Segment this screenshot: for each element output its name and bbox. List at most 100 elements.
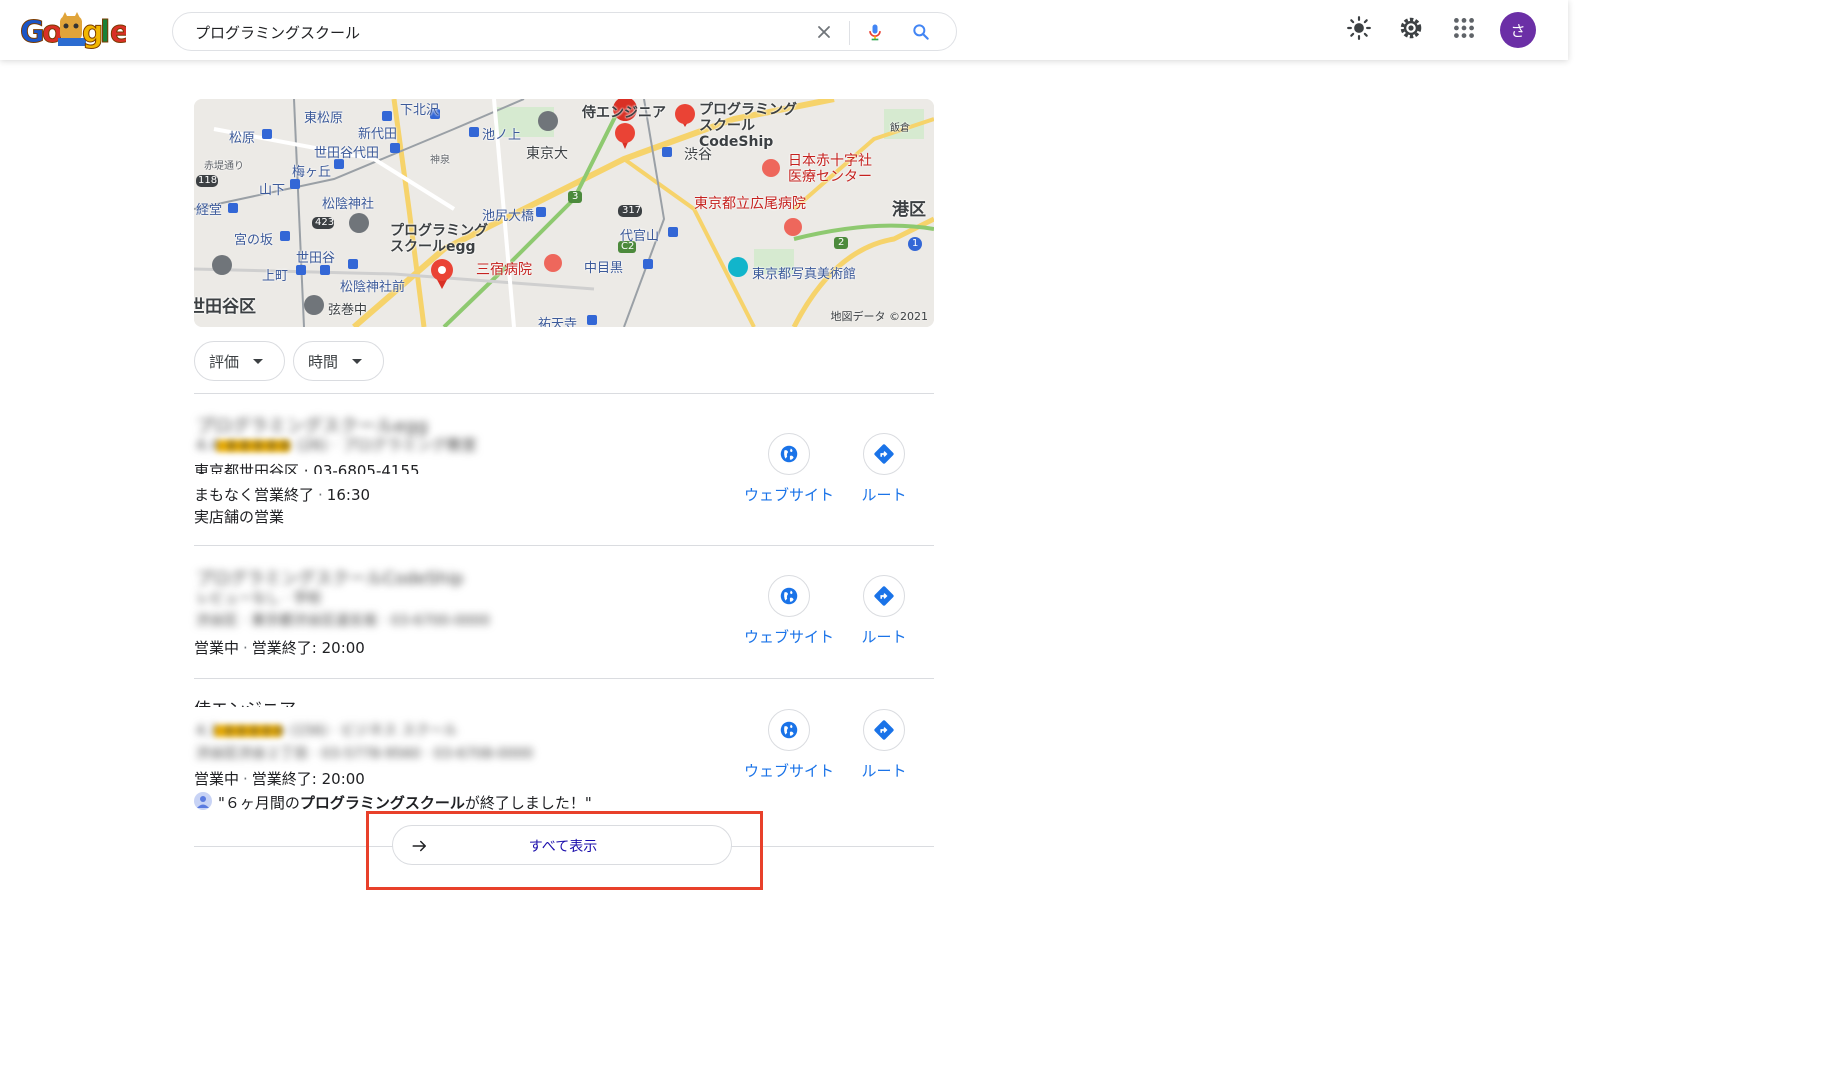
result-rating-blurred: 4.3 ★★★★★ (156) · ビジネス スクール bbox=[196, 723, 458, 739]
result-rating-blurred: レビューなし · 学校 bbox=[196, 591, 322, 607]
map-label: 日本赤十字社 医療センター bbox=[788, 153, 872, 185]
person-icon bbox=[197, 796, 209, 808]
poi-marker bbox=[212, 255, 232, 275]
map-label: プログラミング スクールCodeShip bbox=[699, 102, 797, 150]
map-label: 松原 bbox=[229, 131, 256, 146]
map-label: 東京大 bbox=[526, 146, 568, 162]
google-doodle-logo[interactable]: G o g l e bbox=[18, 10, 131, 52]
apps-grid-icon[interactable] bbox=[1451, 15, 1477, 41]
website-label[interactable]: ウェブサイト bbox=[743, 626, 835, 647]
result-hours: 営業中 · 営業終了: 20:00 bbox=[194, 770, 365, 788]
website-button[interactable] bbox=[768, 575, 810, 617]
route-number: C2 bbox=[621, 241, 635, 252]
hospital-marker bbox=[544, 254, 562, 272]
search-box[interactable] bbox=[172, 12, 957, 51]
poi-marker bbox=[538, 111, 558, 131]
directions-button[interactable] bbox=[863, 709, 905, 751]
microphone-icon[interactable] bbox=[865, 22, 885, 42]
map-label: 東松原 bbox=[304, 111, 344, 126]
directions-label[interactable]: ルート bbox=[854, 484, 914, 505]
website-button[interactable] bbox=[768, 709, 810, 751]
website-button[interactable] bbox=[768, 433, 810, 475]
svg-text:l: l bbox=[100, 15, 110, 50]
map-label: 下北沢 bbox=[400, 103, 440, 118]
result-hours: まもなく営業終了 · 16:30 bbox=[194, 486, 371, 504]
directions-label[interactable]: ルート bbox=[854, 760, 914, 781]
map-roads bbox=[194, 99, 934, 327]
status-text: まもなく営業終了 bbox=[194, 486, 315, 504]
map-label: 侍エンジニア bbox=[582, 105, 666, 121]
map-label: 山下 bbox=[259, 183, 286, 198]
map-attribution: 地図データ ©2021 bbox=[830, 310, 929, 323]
result-extra: 実店舗の営業 bbox=[194, 508, 285, 526]
local-results-map[interactable]: 下北沢 東松原 新代田 池ノ上 松原 世田谷代田 梅ヶ丘 赤堤通り 山下 松陰神… bbox=[194, 99, 934, 327]
website-label[interactable]: ウェブサイト bbox=[743, 484, 835, 505]
map-label: 世田谷代田 bbox=[314, 146, 380, 161]
map-ward-label: 港区 bbox=[892, 200, 926, 220]
directions-icon bbox=[874, 586, 894, 606]
map-label: プログラミング スクールegg bbox=[390, 223, 488, 255]
route-number: 118 bbox=[198, 175, 218, 186]
directions-icon bbox=[874, 720, 894, 740]
map-label: 神泉 bbox=[430, 155, 450, 166]
review-suffix: が終了しました！" bbox=[464, 794, 592, 812]
map-label: 新代田 bbox=[358, 127, 398, 142]
map-label: 世田谷 bbox=[296, 251, 336, 266]
svg-text:G: G bbox=[20, 15, 45, 50]
directions-icon bbox=[874, 444, 894, 464]
map-label: 経堂 bbox=[196, 203, 223, 218]
search-divider bbox=[849, 21, 850, 45]
map-label: 飯倉 bbox=[890, 123, 910, 134]
map-label: 祐天寺 bbox=[538, 317, 578, 327]
map-label: 松陰神社前 bbox=[340, 280, 406, 295]
result-title: 侍エンジニア bbox=[194, 695, 296, 707]
directions-button[interactable] bbox=[863, 433, 905, 475]
map-label: 渋谷 bbox=[684, 147, 712, 163]
settings-gear-icon[interactable] bbox=[1398, 15, 1424, 41]
result-title-blurred: プログラミングスクールCodeShip bbox=[196, 569, 464, 589]
map-label: 東京都立広尾病院 bbox=[694, 196, 806, 212]
hospital-marker bbox=[762, 159, 780, 177]
brightness-icon[interactable] bbox=[1346, 15, 1372, 41]
top-bar: G o g l e プログラミングスクール さ bbox=[0, 0, 1568, 60]
result-address-blurred: 渋谷区 · 東京都渋谷区道玄坂 · 03-6700-0000 bbox=[196, 613, 490, 629]
account-avatar[interactable]: さ bbox=[1500, 12, 1536, 48]
map-label: 東京都写真美術館 bbox=[752, 267, 857, 282]
map-label: 上町 bbox=[262, 269, 289, 284]
review-snippet: "６ヶ月間のプログラミングスクールが終了しました！" bbox=[218, 792, 592, 813]
status-time: 16:30 bbox=[326, 486, 371, 504]
route-number: 423 bbox=[315, 217, 335, 228]
chevron-down-icon bbox=[253, 358, 264, 364]
result-address: 東京都世田谷区 · 03-6805-4155 bbox=[194, 462, 420, 474]
website-label[interactable]: ウェブサイト bbox=[743, 760, 835, 781]
route-number: 3 bbox=[572, 191, 579, 202]
filter-chip-rating[interactable]: 評価 bbox=[194, 341, 285, 381]
map-label: 梅ヶ丘 bbox=[292, 165, 332, 180]
chevron-down-icon bbox=[352, 358, 363, 364]
filter-chip-hours[interactable]: 時間 bbox=[293, 341, 384, 381]
review-highlight: プログラミングスクール bbox=[299, 794, 465, 812]
map-label: 三宿病院 bbox=[476, 262, 532, 278]
route-number: 317 bbox=[622, 205, 642, 216]
poi-marker bbox=[304, 295, 324, 315]
globe-icon bbox=[780, 445, 798, 463]
filter-chip-label: 時間 bbox=[308, 352, 339, 371]
directions-button[interactable] bbox=[863, 575, 905, 617]
local-result-2[interactable]: プログラミングスクールCodeShip レビューなし · 学校 渋谷区 · 東京… bbox=[194, 546, 934, 676]
map-label: 池尻大橋 bbox=[482, 209, 535, 224]
museum-marker bbox=[728, 257, 748, 277]
review-prefix: "６ヶ月間の bbox=[218, 794, 300, 812]
status-time: 営業終了: 20:00 bbox=[251, 639, 365, 657]
route-number: 1 bbox=[912, 238, 919, 249]
search-icon[interactable] bbox=[911, 22, 931, 42]
directions-label[interactable]: ルート bbox=[854, 626, 914, 647]
poi-marker bbox=[349, 213, 369, 233]
local-result-3[interactable]: 侍エンジニア 4.3 ★★★★★ (156) · ビジネス スクール 渋谷区渋谷… bbox=[194, 679, 934, 819]
map-ward-label: 世田谷区 bbox=[194, 297, 256, 317]
route-number: 2 bbox=[838, 237, 845, 248]
search-input[interactable] bbox=[195, 21, 795, 43]
hospital-marker bbox=[784, 218, 802, 236]
local-result-1[interactable]: プログラミングスクールegg 4.4 ★★★★★ (26) · プログラミング教… bbox=[194, 394, 934, 544]
doodle-image: G o g l e bbox=[20, 12, 131, 51]
clear-search-icon[interactable] bbox=[814, 22, 834, 42]
